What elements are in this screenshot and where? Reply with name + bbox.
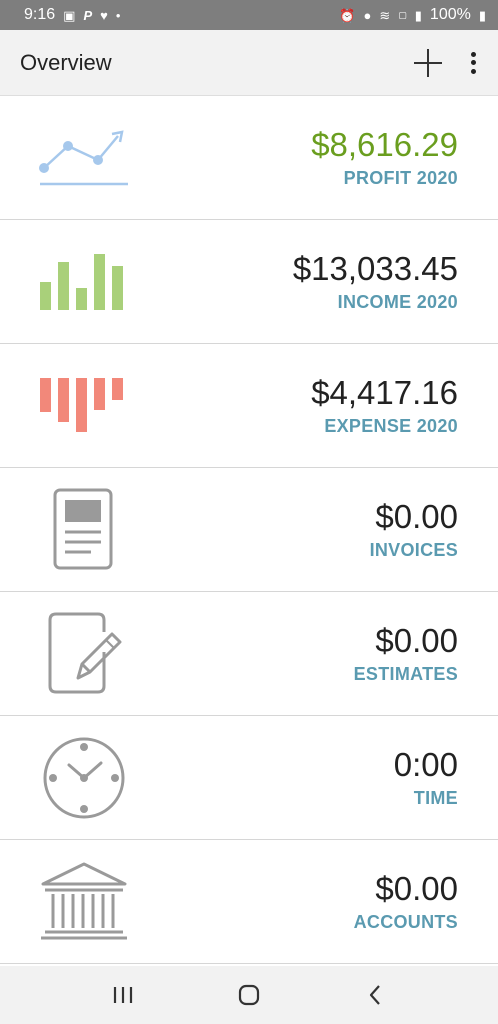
alarm-icon: ⏰	[339, 7, 356, 23]
accounts-label: ACCOUNTS	[353, 911, 458, 932]
expense-text: $4,417.16 EXPENSE 2020	[132, 374, 458, 437]
profit-label: PROFIT 2020	[343, 167, 458, 188]
status-bar: 9:16 ▣ P ♥ • ⏰ ● ≋ ▢ ▮ 100% ▮	[0, 0, 498, 30]
estimates-row[interactable]: $0.00 ESTIMATES	[0, 592, 498, 716]
expense-value: $4,417.16	[311, 374, 458, 412]
income-row[interactable]: $13,033.45 INCOME 2020	[0, 220, 498, 344]
income-text: $13,033.45 INCOME 2020	[132, 250, 458, 313]
expense-row[interactable]: $4,417.16 EXPENSE 2020	[0, 344, 498, 468]
volte-icon: ▢	[398, 9, 407, 20]
profit-row[interactable]: $8,616.29 PROFIT 2020	[0, 96, 498, 220]
estimates-value: $0.00	[375, 622, 458, 660]
back-button[interactable]	[355, 975, 395, 1015]
profit-trend-icon	[36, 113, 132, 203]
estimates-label: ESTIMATES	[353, 663, 458, 684]
add-button[interactable]	[412, 47, 444, 79]
recent-apps-button[interactable]	[103, 975, 143, 1015]
wifi-icon: ≋	[379, 7, 391, 23]
system-nav-bar	[0, 966, 498, 1024]
invoice-document-icon	[36, 485, 132, 575]
recent-apps-icon	[113, 987, 133, 1003]
invoices-text: $0.00 INVOICES	[132, 498, 458, 561]
clock-icon	[36, 733, 132, 823]
more-dot	[470, 51, 476, 57]
income-value: $13,033.45	[292, 250, 458, 288]
accounts-row[interactable]: $0.00 ACCOUNTS	[0, 840, 498, 964]
location-icon: ●	[363, 7, 372, 23]
dot-icon: •	[115, 7, 121, 23]
invoices-label: INVOICES	[369, 539, 458, 560]
time-row[interactable]: 0:00 TIME	[0, 716, 498, 840]
bank-icon	[36, 857, 132, 947]
home-button[interactable]	[229, 975, 269, 1015]
expense-bars-icon	[36, 361, 132, 451]
back-icon	[369, 985, 380, 1005]
battery-icon: ▮	[478, 7, 486, 23]
status-time: 9:16	[24, 6, 56, 23]
estimates-text: $0.00 ESTIMATES	[132, 622, 458, 685]
gallery-icon: ▣	[63, 7, 76, 23]
expense-label: EXPENSE 2020	[324, 415, 458, 436]
home-icon	[238, 984, 260, 1006]
status-left: 9:16 ▣ P ♥ •	[24, 6, 120, 24]
profit-text: $8,616.29 PROFIT 2020	[132, 126, 458, 189]
invoices-value: $0.00	[375, 498, 458, 536]
accounts-value: $0.00	[375, 870, 458, 908]
income-label: INCOME 2020	[337, 291, 458, 312]
time-value: 0:00	[393, 746, 458, 784]
profit-value: $8,616.29	[311, 126, 458, 164]
status-right: ⏰ ● ≋ ▢ ▮ 100% ▮	[339, 6, 486, 24]
more-options-button[interactable]	[468, 51, 478, 74]
time-text: 0:00 TIME	[132, 746, 458, 809]
overview-list: $8,616.29 PROFIT 2020 $13,033.45 INCOME …	[0, 96, 498, 964]
invoices-row[interactable]: $0.00 INVOICES	[0, 468, 498, 592]
signal-icon: ▮	[414, 7, 422, 23]
time-label: TIME	[413, 787, 458, 808]
income-bars-icon	[36, 237, 132, 327]
paypal-icon: P	[83, 7, 93, 23]
more-dot	[470, 60, 476, 65]
app-bar: Overview	[0, 30, 498, 96]
more-dot	[470, 68, 476, 74]
battery-percent: 100%	[429, 6, 471, 23]
heart-icon: ♥	[100, 7, 108, 23]
accounts-text: $0.00 ACCOUNTS	[132, 870, 458, 933]
page-title: Overview	[20, 49, 112, 75]
estimate-pencil-icon	[36, 609, 132, 699]
